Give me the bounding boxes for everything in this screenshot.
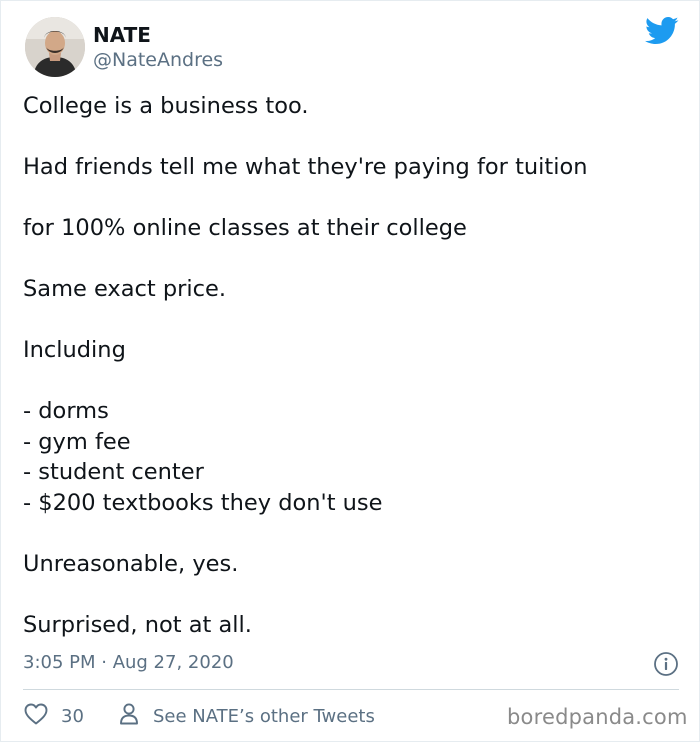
like-button[interactable]: 30 [23, 703, 84, 729]
tweet-line: College is a business too. [23, 93, 309, 119]
tweet-line: Including [23, 337, 126, 363]
tweet-timestamp[interactable]: 3:05 PM · Aug 27, 2020 [23, 651, 234, 675]
info-icon[interactable] [653, 651, 679, 677]
twitter-bird-icon[interactable] [645, 16, 679, 46]
tweet-card: NATE @NateAndres College is a business t… [0, 0, 700, 742]
tweet-line: for 100% online classes at their college [23, 215, 467, 241]
see-other-tweets-link[interactable]: See NATE’s other Tweets [119, 702, 375, 731]
tweet-line: - $200 textbooks they don't use [23, 489, 383, 516]
tweet-line: Surprised, not at all. [23, 611, 252, 638]
person-icon [119, 702, 139, 731]
like-count: 30 [61, 705, 84, 727]
divider [23, 689, 679, 690]
tweet-line: Same exact price. [23, 276, 227, 302]
author-name[interactable]: NATE [93, 23, 151, 47]
boredpanda-watermark: boredpanda.com [507, 705, 688, 729]
tweet-line: Had friends tell me what they're paying … [23, 154, 588, 180]
avatar[interactable] [25, 17, 85, 77]
tweet-line: Unreasonable, yes. [23, 550, 239, 577]
heart-icon [23, 702, 49, 731]
author-handle[interactable]: @NateAndres [93, 48, 223, 72]
tweet-line: - gym fee [23, 428, 131, 455]
tweet-text: College is a business too. Had friends t… [23, 91, 673, 640]
see-other-tweets-label: See NATE’s other Tweets [153, 705, 375, 727]
tweet-line: - dorms [23, 398, 109, 424]
tweet-line: - student center [23, 459, 204, 485]
